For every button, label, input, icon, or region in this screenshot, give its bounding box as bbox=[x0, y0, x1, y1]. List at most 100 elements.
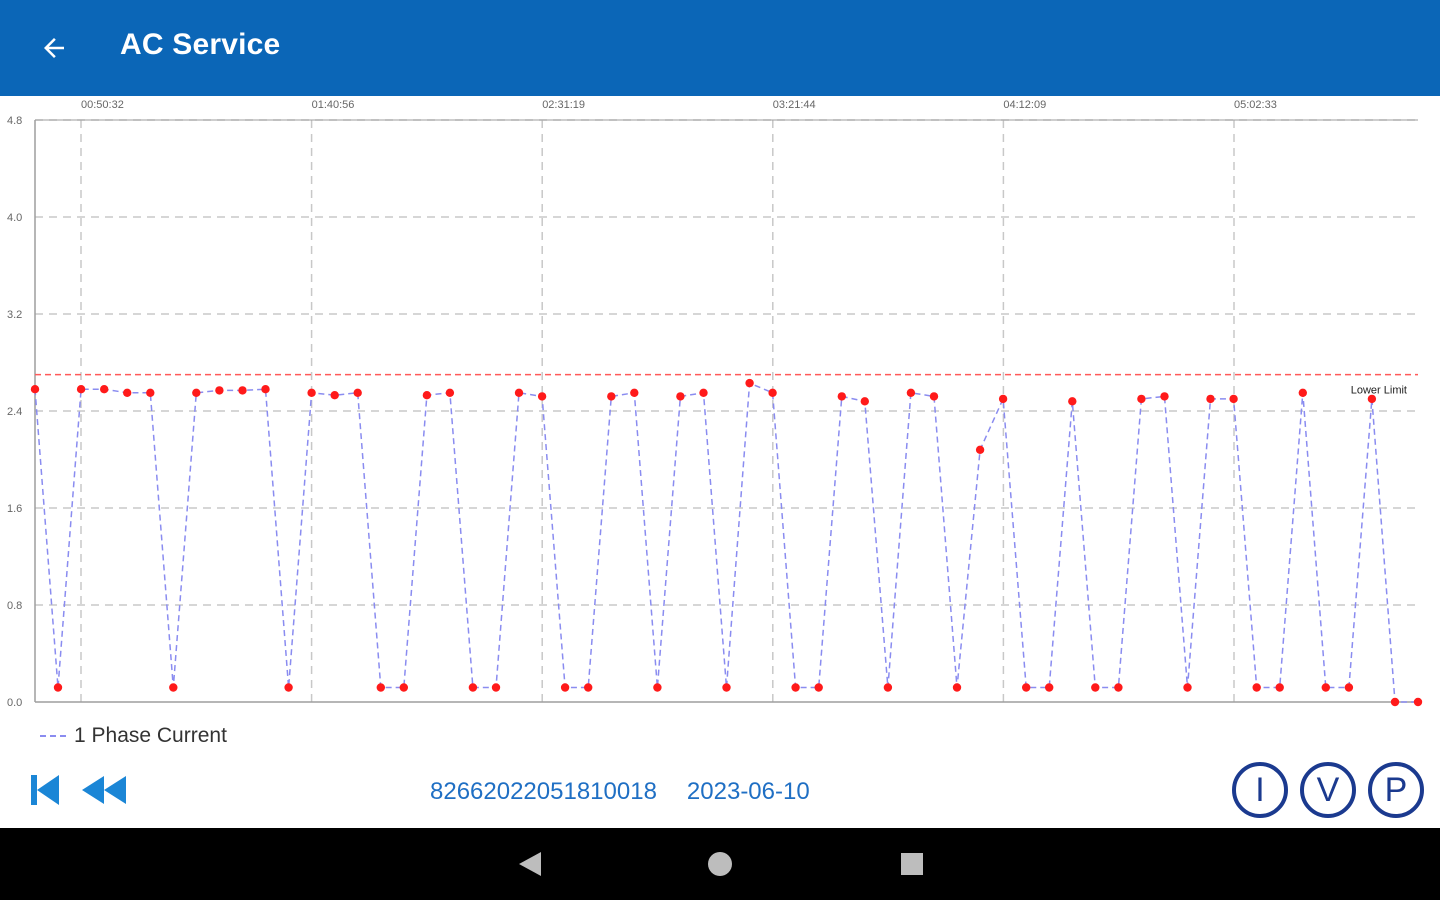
data-point bbox=[860, 397, 869, 406]
app-bar: AC Service bbox=[0, 0, 1440, 96]
data-point bbox=[353, 388, 362, 397]
data-point bbox=[491, 683, 501, 692]
data-point bbox=[1321, 683, 1331, 692]
x-tick-label: 05:02:33 bbox=[1234, 99, 1277, 111]
legend: 1 Phase Current bbox=[40, 722, 227, 750]
arrow-back-icon bbox=[44, 38, 64, 58]
data-point bbox=[560, 683, 570, 692]
nav-home-icon bbox=[708, 852, 732, 876]
legend-swatch bbox=[40, 735, 66, 737]
y-tick-label: 3.2 bbox=[7, 309, 22, 321]
nav-home-button[interactable] bbox=[690, 828, 750, 900]
info-row: 82662022051810018 2023-06-10 bbox=[430, 778, 810, 806]
power-button[interactable]: P bbox=[1368, 762, 1424, 818]
data-point bbox=[330, 391, 339, 400]
series-line-1-phase-current bbox=[34, 382, 1418, 703]
data-point bbox=[1183, 683, 1192, 692]
nav-recents-button[interactable] bbox=[882, 828, 942, 900]
device-id: 82662022051810018 bbox=[430, 778, 657, 805]
data-points bbox=[30, 378, 1423, 707]
axes: 0.0 0.8 1.6 2.4 3.2 4.0 4.8 00:50:32 01:40:56 02:… bbox=[7, 99, 1418, 709]
data-point bbox=[261, 385, 270, 394]
y-tick-label: 1.6 bbox=[7, 503, 22, 515]
data-point bbox=[837, 392, 846, 401]
data-point bbox=[1367, 394, 1377, 404]
data-point bbox=[514, 388, 524, 397]
data-point bbox=[537, 392, 547, 401]
grid bbox=[35, 119, 1418, 702]
nav-back-button[interactable] bbox=[500, 828, 560, 900]
legend-label: 1 Phase Current bbox=[74, 724, 227, 747]
data-point bbox=[630, 388, 639, 397]
y-tick-label: 4.0 bbox=[7, 212, 22, 224]
data-point bbox=[883, 683, 893, 692]
data-point bbox=[376, 683, 385, 692]
nav-back-icon bbox=[519, 852, 541, 876]
data-point bbox=[399, 683, 408, 692]
x-tick-label: 02:31:19 bbox=[542, 99, 585, 111]
data-point bbox=[929, 392, 939, 401]
data-point bbox=[468, 683, 478, 692]
data-point bbox=[123, 388, 132, 397]
lower-limit-label: Lower Limit bbox=[1351, 385, 1407, 397]
current-button[interactable]: I bbox=[1232, 762, 1288, 818]
skip-to-start-icon bbox=[31, 775, 59, 805]
y-tick-label: 0.8 bbox=[7, 600, 22, 612]
data-point bbox=[1114, 683, 1123, 692]
data-point bbox=[1252, 683, 1261, 692]
data-point bbox=[422, 391, 432, 400]
data-point bbox=[1021, 683, 1031, 692]
data-point bbox=[998, 394, 1008, 404]
y-tick-label: 4.8 bbox=[7, 115, 22, 127]
data-point bbox=[653, 683, 662, 692]
x-tick-label: 03:21:44 bbox=[773, 99, 816, 111]
data-point bbox=[307, 388, 316, 397]
x-tick-label: 04:12:09 bbox=[1003, 99, 1046, 111]
data-point bbox=[1298, 388, 1308, 397]
data-point bbox=[169, 683, 178, 692]
data-point bbox=[1390, 697, 1400, 707]
data-point bbox=[284, 683, 293, 692]
data-point bbox=[814, 683, 823, 692]
data-point bbox=[1160, 392, 1169, 401]
data-point bbox=[445, 388, 455, 397]
data-point bbox=[238, 386, 247, 395]
data-point bbox=[906, 388, 916, 397]
data-point bbox=[100, 385, 109, 394]
data-point bbox=[1275, 683, 1284, 692]
data-point bbox=[1137, 394, 1146, 404]
data-point bbox=[215, 386, 224, 395]
chart: 0.0 0.8 1.6 2.4 3.2 4.0 4.8 00:50:32 01:40:56 02:… bbox=[7, 99, 1423, 709]
back-button[interactable] bbox=[28, 22, 80, 74]
data-point bbox=[1344, 683, 1354, 692]
data-point bbox=[30, 385, 40, 394]
data-point bbox=[607, 392, 616, 401]
voltage-button[interactable]: V bbox=[1300, 762, 1356, 818]
data-point bbox=[584, 683, 593, 692]
data-point bbox=[1229, 394, 1238, 404]
rewind-icon bbox=[82, 776, 126, 804]
data-point bbox=[699, 388, 708, 397]
system-nav-bar bbox=[0, 828, 1440, 900]
data-point bbox=[1413, 697, 1423, 707]
data-point bbox=[722, 683, 731, 692]
data-point bbox=[1206, 394, 1215, 404]
data-point bbox=[192, 388, 201, 397]
data-point bbox=[768, 388, 777, 397]
data-point bbox=[676, 392, 685, 401]
data-point bbox=[1045, 683, 1054, 692]
data-point bbox=[1068, 397, 1077, 406]
first-page-button[interactable] bbox=[28, 772, 62, 812]
y-tick-label: 2.4 bbox=[7, 406, 22, 418]
data-point bbox=[975, 445, 985, 454]
nav-recents-icon bbox=[901, 853, 923, 875]
x-tick-label: 01:40:56 bbox=[312, 99, 355, 111]
data-point bbox=[53, 683, 63, 692]
data-point bbox=[952, 683, 962, 692]
rewind-button[interactable] bbox=[80, 772, 130, 812]
data-point bbox=[76, 385, 86, 394]
y-tick-label: 0.0 bbox=[7, 697, 22, 709]
data-point bbox=[745, 378, 754, 388]
data-point bbox=[791, 683, 800, 692]
selected-date[interactable]: 2023-06-10 bbox=[687, 778, 810, 806]
